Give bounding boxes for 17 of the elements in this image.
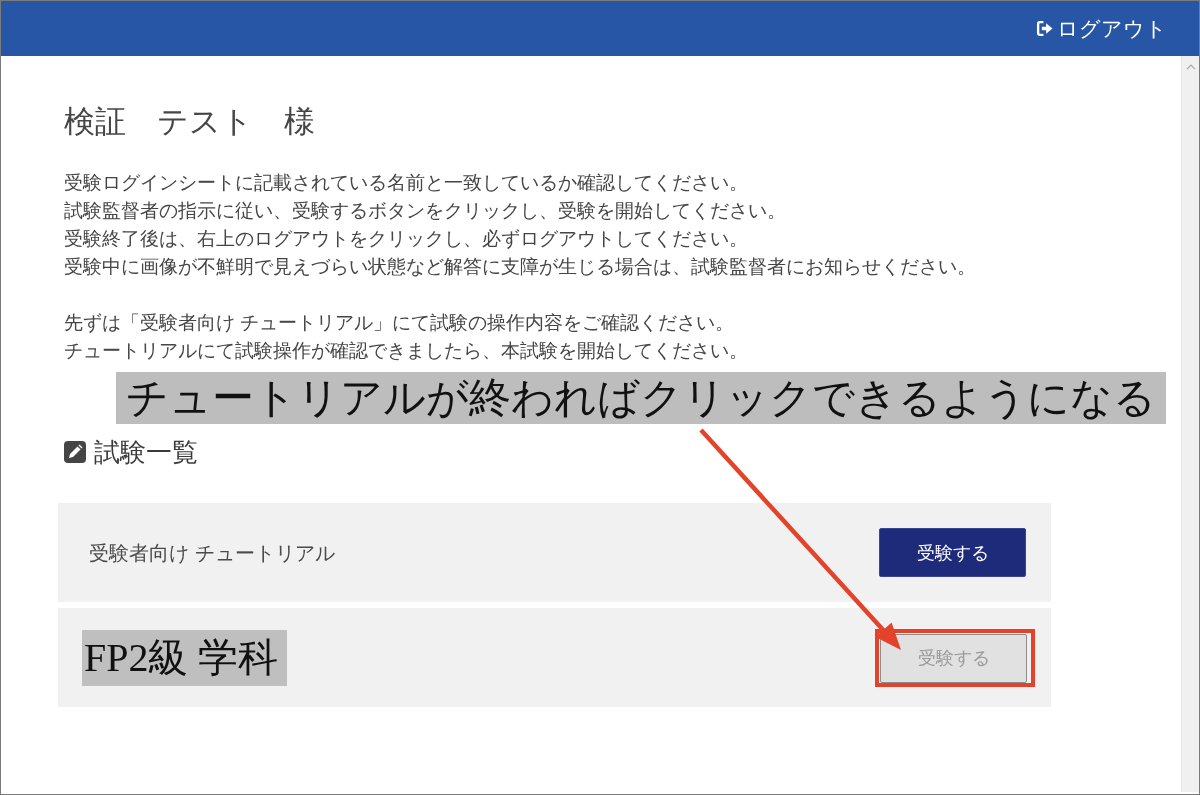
- chevron-up-icon[interactable]: [1185, 64, 1196, 70]
- exam-name: 受験者向け チュートリアル: [89, 540, 335, 566]
- instruction-line: 先ずは「受験者向け チュートリアル」にて試験の操作内容をご確認ください。: [64, 311, 736, 335]
- user-name: 検証 テスト 様: [64, 103, 316, 141]
- take-exam-button[interactable]: 受験する: [879, 528, 1026, 577]
- instruction-line: 受験中に画像が不鮮明で見えづらい状態など解答に支障が生じる場合は、試験監督者にお知らせください。: [64, 255, 977, 279]
- pencil-square-icon: [64, 441, 86, 463]
- instruction-line: 受験ログインシートに記載されている名前と一致しているか確認してください。: [64, 171, 749, 195]
- instruction-line: 受験終了後は、右上のログアウトをクリックし、必ずログアウトしてください。: [64, 227, 749, 251]
- annotation-label: チュートリアルが終わればクリックできるようになる: [116, 372, 1166, 424]
- exam-name: FP2級 学科: [82, 629, 287, 686]
- scrollbar[interactable]: [1181, 56, 1199, 792]
- instruction-line: 試験監督者の指示に従い、受験するボタンをクリックし、受験を開始してください。: [64, 199, 787, 223]
- instruction-line: チュートリアルにて試験操作が確認できましたら、本試験を開始してください。: [64, 339, 749, 363]
- logout-link[interactable]: ログアウト: [1036, 15, 1167, 42]
- exit-arrow-icon: [1036, 20, 1053, 37]
- section-title: 試験一覧: [94, 437, 198, 467]
